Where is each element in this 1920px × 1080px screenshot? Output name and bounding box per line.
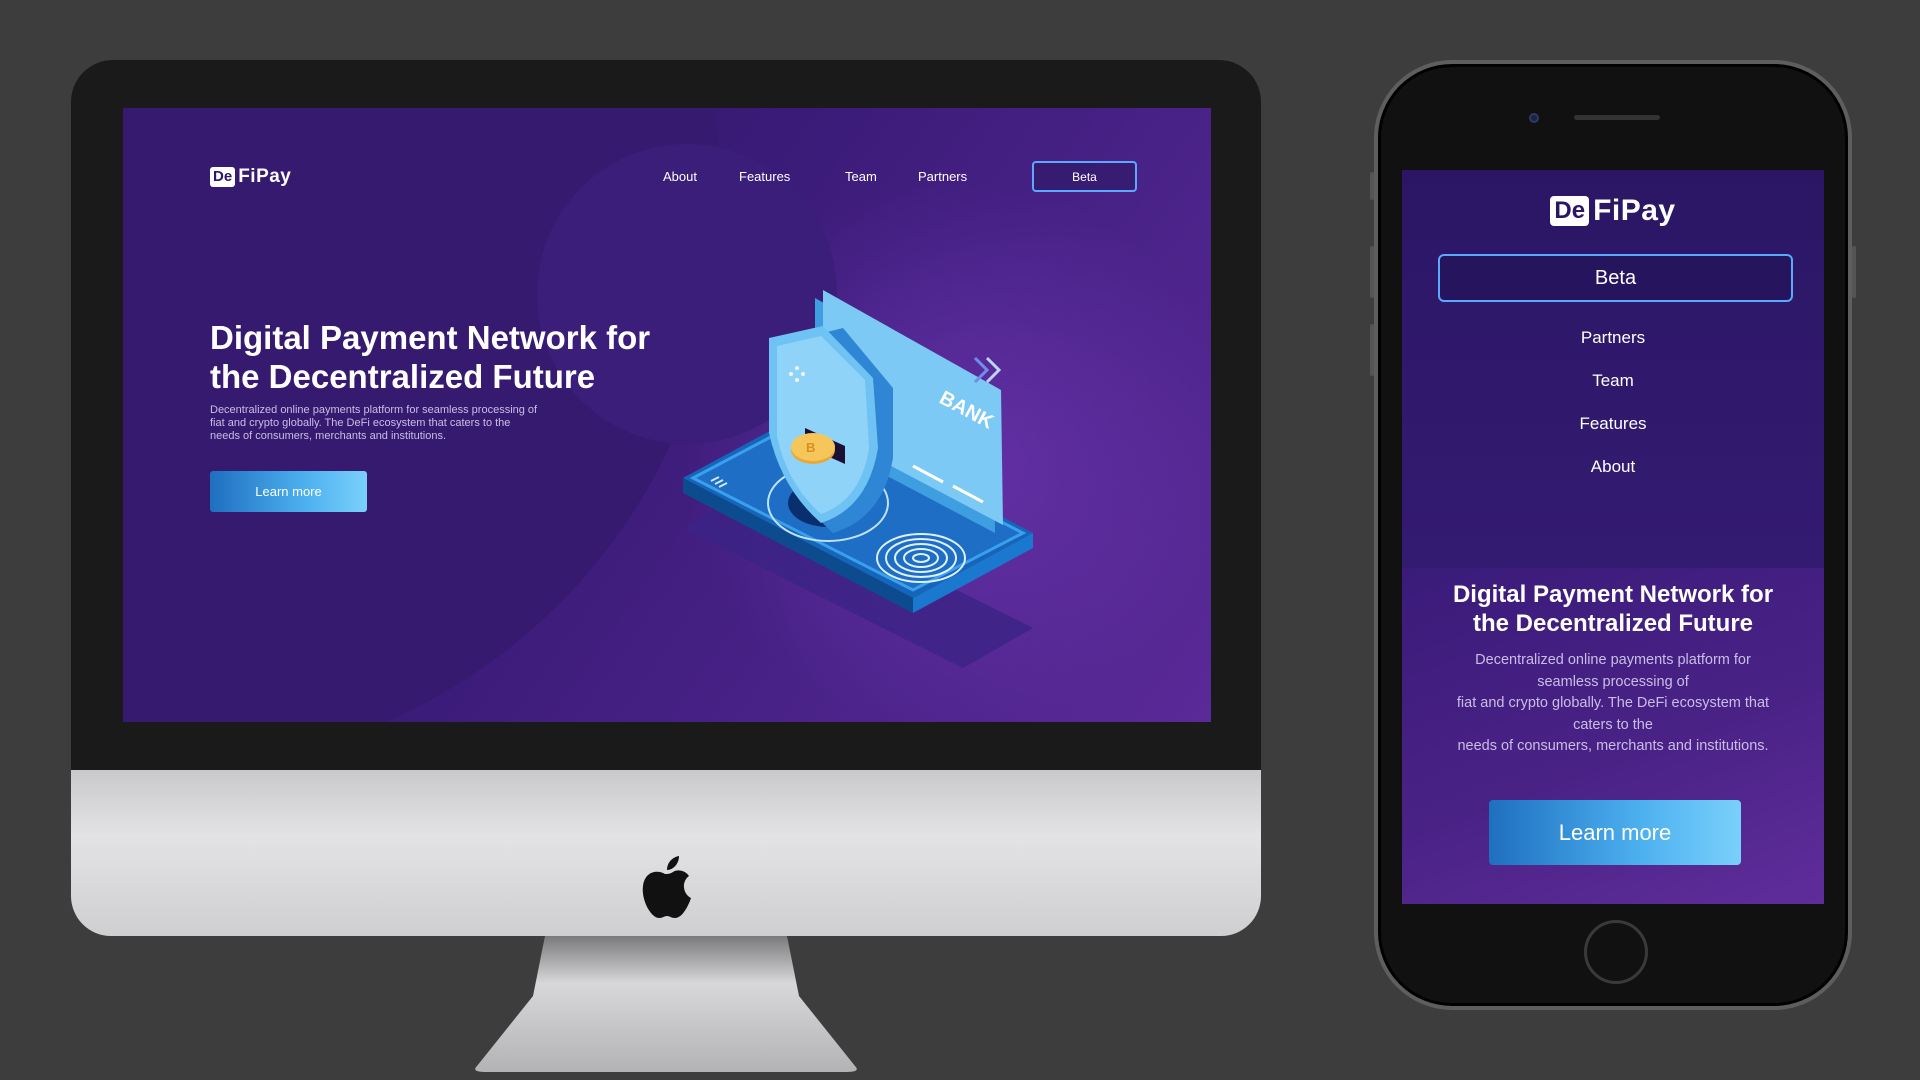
iphone-volume-up — [1370, 246, 1374, 298]
double-chevron-icon — [973, 356, 1002, 384]
mobile-hero-title: Digital Payment Network for the Decentra… — [1422, 580, 1804, 638]
mobile-beta-button[interactable]: Beta — [1438, 254, 1793, 302]
hero-title-line1: Digital Payment Network for — [210, 319, 651, 356]
logo-text: FiPay — [1593, 194, 1676, 227]
mobile-hero-description: Decentralized online payments platform f… — [1432, 650, 1794, 758]
beta-button[interactable]: Beta — [1032, 161, 1137, 192]
iphone-mockup: De FiPay Beta Partners Team Features Abo… — [1374, 60, 1852, 1010]
hero-desc-line2: fiat and crypto globally. The DeFi ecosy… — [210, 417, 511, 429]
mobile-desc-line: needs of consumers, merchants and instit… — [1457, 738, 1769, 754]
home-button — [1584, 920, 1648, 984]
iphone-power-button — [1852, 246, 1856, 298]
mobile-desc-line: fiat and crypto globally. The DeFi ecosy… — [1456, 695, 1770, 711]
nav-partners[interactable]: Partners — [918, 169, 967, 184]
nav-features[interactable]: Features — [739, 169, 790, 184]
desktop-page: De FiPay About Features Team Partners Be… — [123, 108, 1211, 722]
mobile-nav-features[interactable]: Features — [1402, 404, 1824, 447]
nav-team[interactable]: Team — [845, 169, 877, 184]
logo-badge: De — [210, 167, 236, 187]
payment-illustration: BANK B — [683, 290, 1033, 668]
mobile-nav-about[interactable]: About — [1402, 447, 1824, 490]
imac-stand — [475, 936, 857, 1072]
mobile-learn-more-button[interactable]: Learn more — [1489, 800, 1741, 865]
logo-text: FiPay — [238, 166, 292, 187]
learn-more-button[interactable]: Learn more — [210, 471, 367, 512]
mobile-nav-partners[interactable]: Partners — [1402, 318, 1824, 361]
mobile-hero-title-line2: the Decentralized Future — [1472, 610, 1754, 637]
apple-logo-icon — [642, 856, 691, 918]
mobile-desc-line: Decentralized online payments platform f… — [1475, 652, 1751, 668]
mobile-page: De FiPay Beta Partners Team Features Abo… — [1402, 170, 1824, 904]
hero-title-line2: the Decentralized Future — [210, 358, 596, 395]
mobile-desc-line: caters to the — [1573, 716, 1653, 733]
hero-title: Digital Payment Network for the Decentra… — [210, 318, 710, 396]
mobile-nav: Partners Team Features About — [1402, 318, 1824, 490]
hero-desc-line1: Decentralized online payments platform f… — [210, 404, 538, 416]
mobile-logo[interactable]: De FiPay — [1402, 194, 1824, 228]
hero-description: Decentralized online payments platform f… — [210, 404, 570, 443]
iphone-volume-down — [1370, 324, 1374, 376]
mobile-desc-line: seamless processing of — [1537, 673, 1689, 690]
earpiece-speaker — [1574, 115, 1660, 120]
mobile-nav-team[interactable]: Team — [1402, 361, 1824, 404]
desktop-logo[interactable]: De FiPay — [210, 166, 291, 188]
iphone-mute-switch — [1370, 172, 1374, 200]
svg-text:B: B — [806, 440, 815, 455]
hero-desc-line3: needs of consumers, merchants and instit… — [210, 430, 447, 442]
logo-badge: De — [1550, 196, 1590, 226]
mobile-hero-title-line1: Digital Payment Network for — [1452, 581, 1774, 608]
nav-about[interactable]: About — [663, 169, 697, 184]
front-camera — [1529, 113, 1539, 123]
